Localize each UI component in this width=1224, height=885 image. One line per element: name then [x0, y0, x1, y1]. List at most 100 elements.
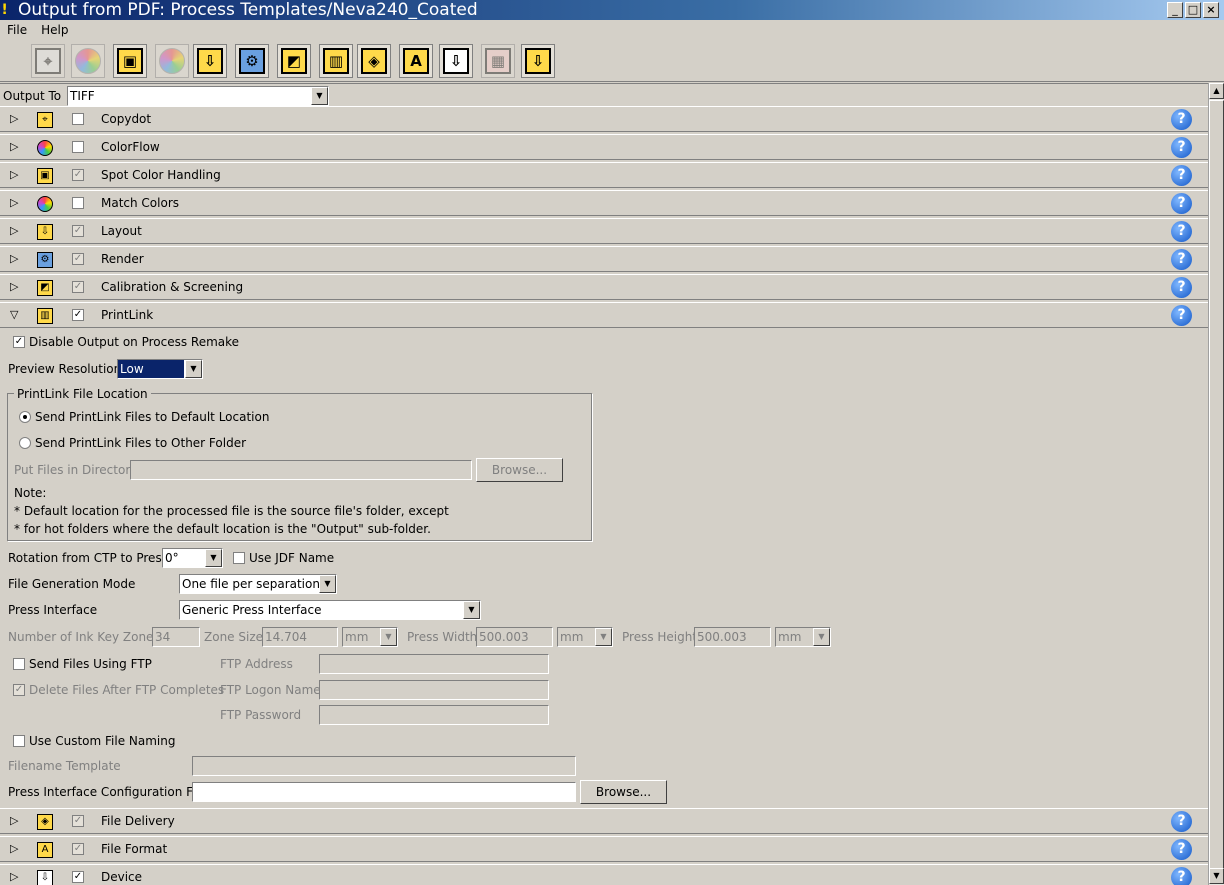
zone-size-input[interactable]: 14.704	[262, 627, 338, 647]
help-icon[interactable]: ?	[1171, 811, 1192, 832]
help-icon[interactable]: ?	[1171, 839, 1192, 860]
section-checkbox[interactable]: ✓	[72, 225, 84, 237]
ftp-address-input[interactable]	[319, 654, 549, 674]
chevron-down-icon[interactable]: ▼	[813, 628, 830, 646]
ftp-logon-input[interactable]	[319, 680, 549, 700]
maximize-button[interactable]: □	[1185, 2, 1201, 18]
file-delivery-icon[interactable]: ◈	[357, 44, 391, 78]
section-checkbox[interactable]: ✓	[72, 253, 84, 265]
scrollbar-thumb[interactable]	[1209, 100, 1224, 884]
ftp-password-input[interactable]	[319, 705, 549, 725]
output-to-select[interactable]: TIFF ▼	[67, 86, 329, 106]
chevron-down-icon[interactable]: ▼	[185, 360, 202, 378]
expand-icon[interactable]: ▷	[10, 196, 22, 210]
help-icon[interactable]: ?	[1171, 137, 1192, 158]
press-height-unit-select[interactable]: mm ▼	[775, 627, 831, 647]
rotation-select[interactable]: 0° ▼	[162, 548, 223, 568]
help-icon[interactable]: ?	[1171, 249, 1192, 270]
section-row-copydot[interactable]: ▷ ⌖ Copydot ?	[0, 106, 1208, 132]
colorflow-icon[interactable]	[71, 44, 105, 78]
minimize-button[interactable]: _	[1167, 2, 1183, 18]
section-checkbox[interactable]: ✓	[72, 843, 84, 855]
disable-output-checkbox[interactable]: ✓	[13, 336, 25, 348]
section-row-printlink[interactable]: ▽ ▥ ✓ PrintLink ?	[0, 302, 1208, 328]
section-row-device[interactable]: ▷ ⇩ ✓ Device ?	[0, 864, 1208, 885]
help-icon[interactable]: ?	[1171, 193, 1192, 214]
use-jdf-name-checkbox[interactable]	[233, 552, 245, 564]
expand-icon[interactable]: ▷	[10, 168, 22, 182]
printlink-icon[interactable]: ▥	[319, 44, 353, 78]
section-checkbox[interactable]: ✓	[72, 169, 84, 181]
help-icon[interactable]: ?	[1171, 867, 1192, 885]
help-icon[interactable]: ?	[1171, 221, 1192, 242]
chevron-down-icon[interactable]: ▼	[380, 628, 397, 646]
section-row-layout[interactable]: ▷ ⇩ ✓ Layout ?	[0, 218, 1208, 244]
copydot-icon[interactable]: ⌖	[31, 44, 65, 78]
expand-icon[interactable]: ▷	[10, 814, 22, 828]
file-format-icon[interactable]: A	[399, 44, 433, 78]
config-file-input[interactable]	[192, 782, 576, 802]
expand-icon[interactable]: ▷	[10, 140, 22, 154]
extra-icon[interactable]: ⇩	[521, 44, 555, 78]
expand-icon[interactable]: ▷	[10, 112, 22, 126]
delete-after-ftp-checkbox[interactable]: ✓	[13, 684, 25, 696]
expand-icon[interactable]: ▷	[10, 842, 22, 856]
section-row-render[interactable]: ▷ ⚙ ✓ Render ?	[0, 246, 1208, 272]
custom-naming-checkbox[interactable]	[13, 735, 25, 747]
calibration-icon[interactable]: ◩	[277, 44, 311, 78]
press-width-unit-select[interactable]: mm ▼	[557, 627, 613, 647]
disabled-icon[interactable]: ▦	[481, 44, 515, 78]
send-other-radio[interactable]	[19, 437, 31, 449]
press-interface-select[interactable]: Generic Press Interface ▼	[179, 600, 481, 620]
scroll-up-icon[interactable]: ▲	[1209, 83, 1224, 99]
vertical-scrollbar[interactable]: ▲ ▼	[1208, 83, 1224, 885]
section-row-file-delivery[interactable]: ▷ ◈ ✓ File Delivery ?	[0, 808, 1208, 834]
section-row-calibration[interactable]: ▷ ◩ ✓ Calibration & Screening ?	[0, 274, 1208, 300]
send-ftp-checkbox[interactable]	[13, 658, 25, 670]
menu-help[interactable]: Help	[34, 20, 75, 40]
put-files-input[interactable]	[130, 460, 472, 480]
section-checkbox[interactable]	[72, 141, 84, 153]
file-gen-select[interactable]: One file per separation ▼	[179, 574, 337, 594]
press-width-input[interactable]: 500.003	[476, 627, 553, 647]
config-browse-button[interactable]: Browse...	[580, 780, 667, 804]
section-row-match-colors[interactable]: ▷ Match Colors ?	[0, 190, 1208, 216]
section-checkbox[interactable]: ✓	[72, 871, 84, 883]
ink-zones-input[interactable]: 34	[152, 627, 200, 647]
chevron-down-icon[interactable]: ▼	[595, 628, 612, 646]
section-checkbox[interactable]: ✓	[72, 815, 84, 827]
expand-icon[interactable]: ▷	[10, 280, 22, 294]
section-checkbox[interactable]	[72, 197, 84, 209]
press-height-input[interactable]: 500.003	[694, 627, 771, 647]
render-icon[interactable]: ⚙	[235, 44, 269, 78]
help-icon[interactable]: ?	[1171, 277, 1192, 298]
match-colors-icon[interactable]	[155, 44, 189, 78]
device-icon[interactable]: ⇩	[439, 44, 473, 78]
section-row-colorflow[interactable]: ▷ ColorFlow ?	[0, 134, 1208, 160]
help-icon[interactable]: ?	[1171, 109, 1192, 130]
section-checkbox[interactable]: ✓	[72, 281, 84, 293]
spot-color-icon[interactable]: ▣	[113, 44, 147, 78]
browse-directory-button[interactable]: Browse...	[476, 458, 563, 482]
layout-icon[interactable]: ⇩	[193, 44, 227, 78]
send-default-radio[interactable]	[19, 411, 31, 423]
zone-size-unit-select[interactable]: mm ▼	[342, 627, 398, 647]
collapse-icon[interactable]: ▽	[10, 308, 22, 322]
help-icon[interactable]: ?	[1171, 305, 1192, 326]
preview-resolution-select[interactable]: Low ▼	[117, 359, 203, 379]
section-row-file-format[interactable]: ▷ A ✓ File Format ?	[0, 836, 1208, 862]
scroll-down-icon[interactable]: ▼	[1209, 868, 1224, 884]
expand-icon[interactable]: ▷	[10, 870, 22, 884]
section-checkbox[interactable]: ✓	[72, 309, 84, 321]
close-button[interactable]: ×	[1203, 2, 1219, 18]
chevron-down-icon[interactable]: ▼	[319, 575, 336, 593]
expand-icon[interactable]: ▷	[10, 252, 22, 266]
section-row-spot-color[interactable]: ▷ ▣ ✓ Spot Color Handling ?	[0, 162, 1208, 188]
filename-template-input[interactable]	[192, 756, 576, 776]
expand-icon[interactable]: ▷	[10, 224, 22, 238]
help-icon[interactable]: ?	[1171, 165, 1192, 186]
section-checkbox[interactable]	[72, 113, 84, 125]
chevron-down-icon[interactable]: ▼	[311, 87, 328, 105]
chevron-down-icon[interactable]: ▼	[205, 549, 222, 567]
chevron-down-icon[interactable]: ▼	[463, 601, 480, 619]
